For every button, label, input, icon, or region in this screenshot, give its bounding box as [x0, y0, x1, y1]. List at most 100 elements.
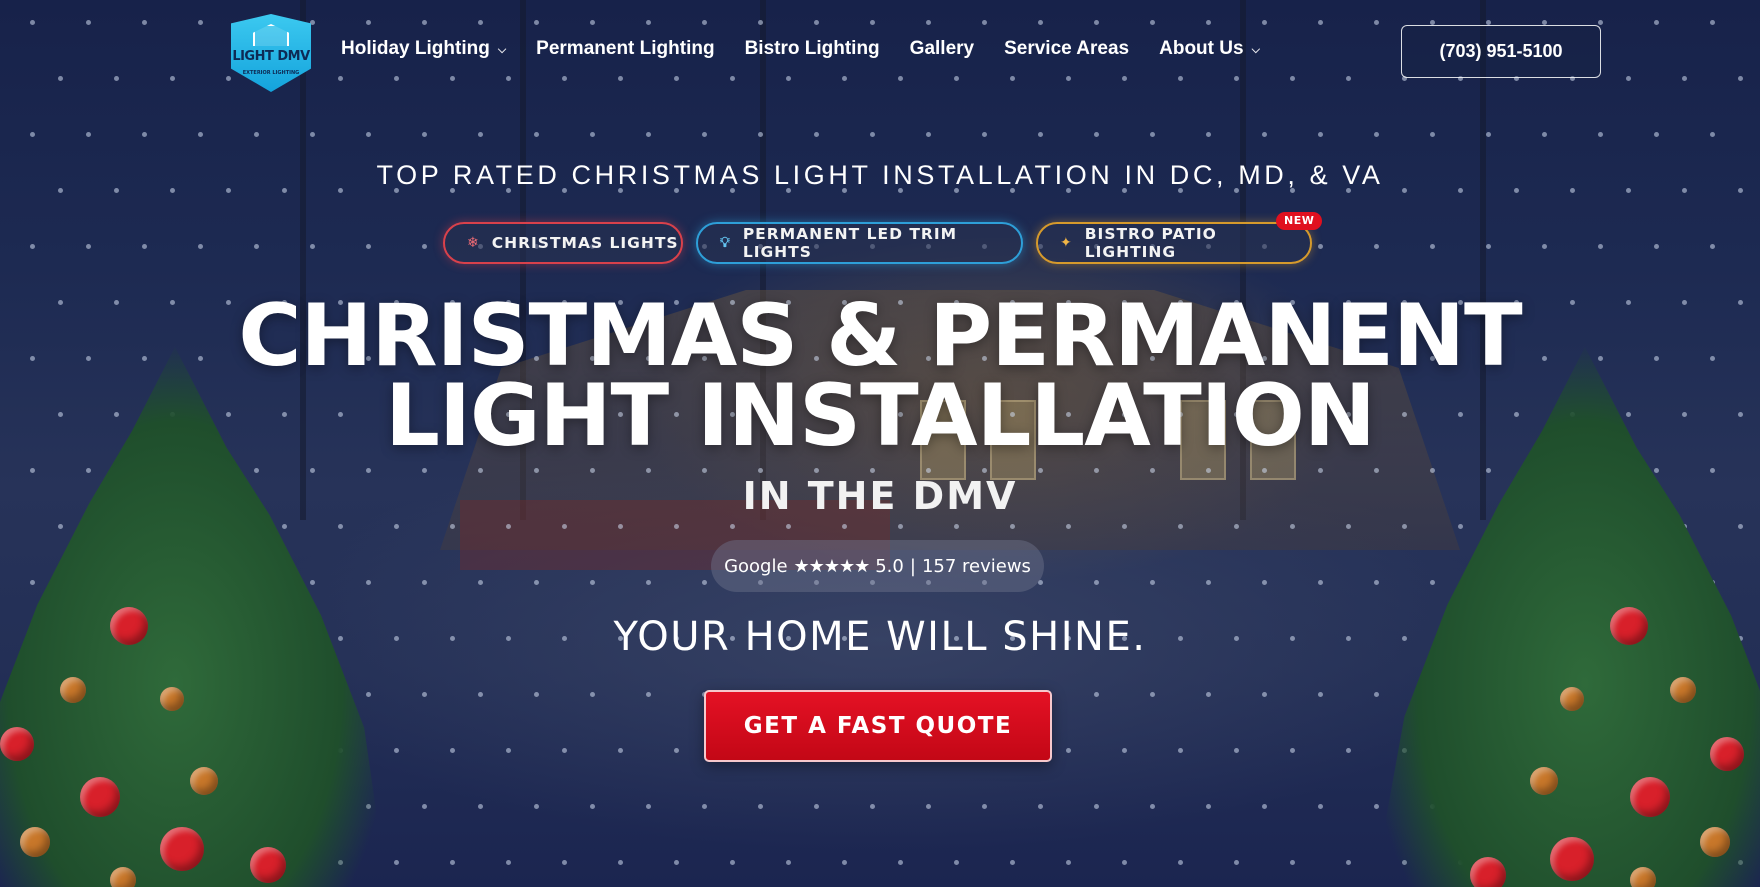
snowflake-dot — [1234, 860, 1239, 865]
snowflake-dot — [646, 692, 651, 697]
snowflake-dot — [1094, 692, 1099, 697]
sparkle-icon: ✦ — [1060, 235, 1073, 251]
headline-line-2: LIGHT INSTALLATION — [385, 366, 1376, 466]
nav-bistro-lighting[interactable]: Bistro Lighting — [745, 38, 880, 60]
snowflake-dot — [1038, 804, 1043, 809]
snowflake-dot — [1010, 860, 1015, 865]
review-source: Google — [724, 555, 788, 577]
snowflake-dot — [534, 804, 539, 809]
snowflake-dot — [394, 860, 399, 865]
nav-label: Bistro Lighting — [744, 38, 880, 59]
snowflake-dot — [618, 860, 623, 865]
snowflake-dot — [1374, 132, 1379, 137]
snowflake-dot — [1318, 580, 1323, 585]
phone-button[interactable]: (703) 951-5100 — [1401, 25, 1601, 78]
nav-service-areas[interactable]: Service Areas — [1004, 38, 1129, 60]
chevron-down-icon: ⌵ — [1251, 43, 1260, 56]
nav-permanent-lighting[interactable]: Permanent Lighting — [536, 38, 714, 60]
snowflake-dot — [674, 748, 679, 753]
hero-subheadline: IN THE DMV — [742, 474, 1018, 518]
logo-text: LIGHT DMV — [232, 49, 310, 64]
snowflake-dot — [562, 860, 567, 865]
snowflake-dot — [142, 132, 147, 137]
snowflake-dot — [982, 804, 987, 809]
snowflake-dot — [1318, 692, 1323, 697]
snowflake-dot — [478, 804, 483, 809]
pill-christmas-lights[interactable]: ❄ CHRISTMAS LIGHTS — [443, 222, 683, 264]
pill-label: BISTRO PATIO LIGHTING — [1084, 225, 1217, 261]
snowflake-dot — [1346, 524, 1351, 529]
nav-label: Gallery — [909, 38, 975, 59]
snowflake-dot — [1094, 804, 1099, 809]
snowflake-dot — [926, 468, 931, 473]
snowflake-icon: ❄ — [467, 235, 480, 251]
snowflake-dot — [450, 524, 455, 529]
nav-label: About Us — [1159, 38, 1244, 59]
lightbulb-icon: 💡︎ — [720, 235, 731, 251]
nav-gallery[interactable]: Gallery — [910, 38, 974, 60]
hero-eyebrow: TOP RATED CHRISTMAS LIGHT INSTALLATION I… — [376, 160, 1384, 190]
snowflake-dot — [534, 132, 539, 137]
nav-about-us[interactable]: About Us ⌵ — [1159, 38, 1260, 60]
snowflake-dot — [534, 468, 539, 473]
snowflake-dot — [478, 468, 483, 473]
snowflake-dot — [590, 468, 595, 473]
snowflake-dot — [1178, 748, 1183, 753]
snowflake-dot — [394, 524, 399, 529]
snowflake-dot — [1654, 132, 1659, 137]
main-navigation: LIGHT DMV EXTERIOR LIGHTING Holiday Ligh… — [0, 0, 1760, 104]
snowflake-dot — [926, 804, 931, 809]
google-reviews-badge[interactable]: Google ★★★★★ 5.0 | 157 reviews — [711, 540, 1044, 592]
review-count: 157 reviews — [921, 555, 1031, 577]
snowflake-dot — [702, 580, 707, 585]
snowflake-dot — [534, 580, 539, 585]
snowflake-dot — [366, 132, 371, 137]
snowflake-dot — [1262, 692, 1267, 697]
snowflake-dot — [254, 132, 259, 137]
snowflake-dot — [590, 804, 595, 809]
snowflake-dot — [1290, 748, 1295, 753]
snowflake-dot — [30, 132, 35, 137]
pill-permanent-led[interactable]: 💡︎ PERMANENT LED TRIM LIGHTS — [696, 222, 1023, 264]
snowflake-dot — [1206, 580, 1211, 585]
snowflake-dot — [478, 580, 483, 585]
snowflake-dot — [1038, 132, 1043, 137]
pill-bistro-patio[interactable]: ✦ BISTRO PATIO LIGHTING — [1036, 222, 1312, 264]
snowflake-dot — [562, 524, 567, 529]
get-quote-button[interactable]: GET A FAST QUOTE — [704, 690, 1052, 762]
snowflake-dot — [310, 132, 315, 137]
snowflake-dot — [730, 860, 735, 865]
snowflake-dot — [842, 860, 847, 865]
snowflake-dot — [422, 468, 427, 473]
snowflake-dot — [1318, 468, 1323, 473]
snowflake-dot — [590, 132, 595, 137]
snowflake-dot — [954, 524, 959, 529]
snowflake-dot — [1010, 524, 1015, 529]
snowflake-dot — [758, 804, 763, 809]
snowflake-dot — [1206, 804, 1211, 809]
hero-tagline: YOUR HOME WILL SHINE. — [613, 614, 1147, 660]
site-logo[interactable]: LIGHT DMV EXTERIOR LIGHTING — [231, 14, 311, 92]
snowflake-dot — [198, 132, 203, 137]
nav-label: Service Areas — [1004, 38, 1130, 59]
snowflake-dot — [1122, 860, 1127, 865]
snowflake-dot — [1150, 580, 1155, 585]
snowflake-dot — [450, 860, 455, 865]
snowflake-dot — [422, 804, 427, 809]
snowflake-dot — [1066, 748, 1071, 753]
snowflake-dot — [618, 524, 623, 529]
snowflake-dot — [506, 860, 511, 865]
snowflake-dot — [1178, 860, 1183, 865]
snowflake-dot — [1206, 132, 1211, 137]
snowflake-dot — [1066, 860, 1071, 865]
snowflake-dot — [1178, 524, 1183, 529]
snowflake-dot — [1234, 524, 1239, 529]
logo-subtext: EXTERIOR LIGHTING — [242, 70, 300, 76]
snowflake-dot — [1598, 132, 1603, 137]
snowflake-dot — [758, 468, 763, 473]
snowflake-dot — [814, 804, 819, 809]
snowflake-dot — [898, 524, 903, 529]
nav-holiday-lighting[interactable]: Holiday Lighting ⌵ — [341, 38, 506, 60]
snowflake-dot — [422, 132, 427, 137]
snowflake-dot — [982, 132, 987, 137]
